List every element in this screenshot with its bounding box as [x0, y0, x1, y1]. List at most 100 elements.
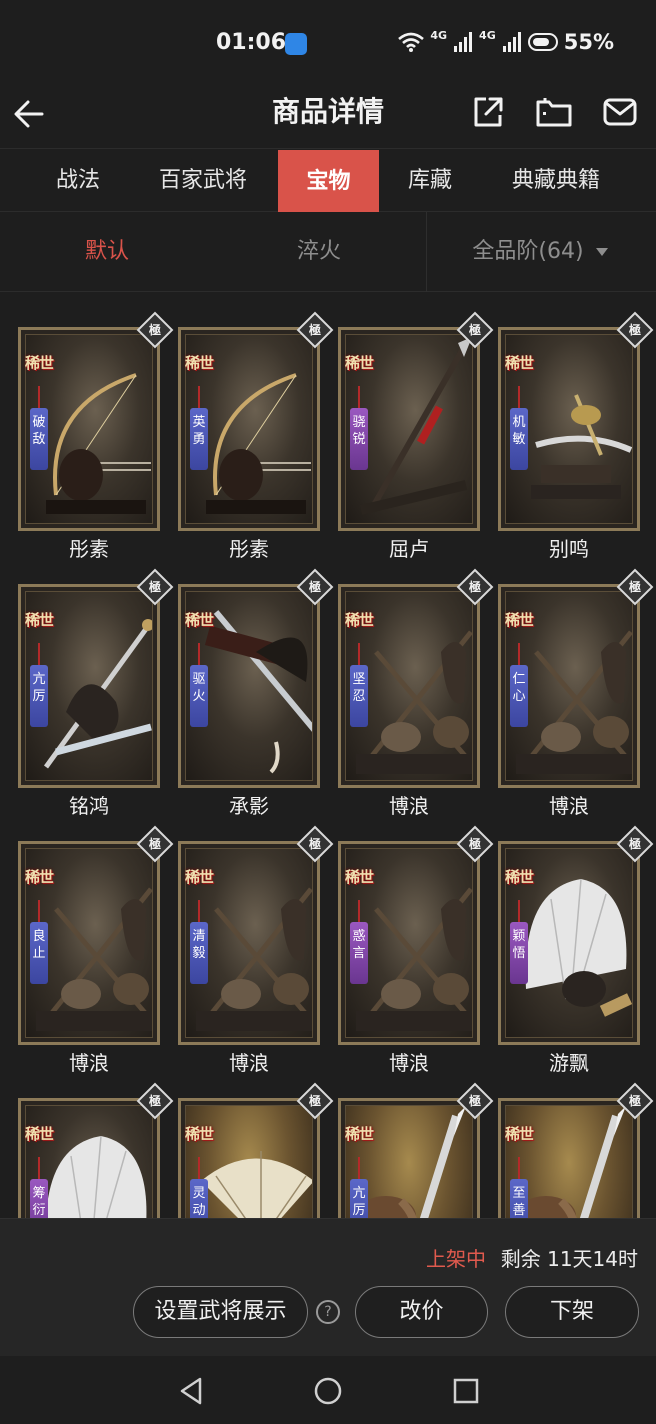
rarity-label: 稀世 [185, 611, 214, 629]
trait-tag: 良止 [30, 922, 48, 984]
card-frame: 稀世颖悟 [498, 841, 640, 1045]
grade-badge-label: 極 [468, 1094, 481, 1108]
rarity-label: 稀世 [345, 868, 374, 886]
trait-tag: 机敏 [510, 408, 528, 470]
question-icon[interactable]: ? [316, 1300, 340, 1324]
tag-cord [358, 386, 360, 408]
card-frame: 稀世灵动 [178, 1098, 320, 1218]
treasure-card[interactable]: 稀世机敏極别鸣 [498, 311, 654, 567]
treasure-card[interactable]: 稀世清毅極博浪 [178, 825, 334, 1081]
rarity-label: 稀世 [345, 1125, 374, 1143]
filter-temper[interactable]: 淬火 [252, 212, 386, 292]
grade-badge-label: 極 [308, 323, 321, 337]
share-icon[interactable] [468, 92, 508, 132]
network-type-2: 4G [479, 28, 496, 42]
treasure-card[interactable]: 稀世亢厉極 [338, 1082, 494, 1218]
grade-badge-label: 極 [468, 323, 481, 337]
treasure-name: 承影 [229, 794, 269, 818]
tab-zhanfa[interactable]: 战法 [26, 149, 130, 212]
card-frame: 稀世亢厉 [338, 1098, 480, 1218]
reprice-button[interactable]: 改价 [355, 1286, 488, 1338]
nav-back-icon[interactable] [176, 1376, 206, 1406]
rarity-label: 稀世 [185, 868, 214, 886]
grade-badge-label: 極 [468, 837, 481, 851]
treasure-name: 博浪 [69, 1051, 109, 1075]
remaining-time: 剩余 11天14时 [500, 1247, 638, 1271]
treasure-card[interactable]: 稀世骁锐極屈卢 [338, 311, 494, 567]
rarity-label: 稀世 [505, 354, 534, 372]
rarity-label: 稀世 [505, 1125, 534, 1143]
status-time: 01:06 [216, 30, 287, 55]
grade-badge-label: 極 [628, 837, 641, 851]
filter-grade-dropdown[interactable]: 全品阶(64) [440, 212, 640, 292]
rarity-label: 稀世 [25, 1125, 54, 1143]
trait-tag: 英勇 [190, 408, 208, 470]
treasure-card[interactable]: 稀世破敌極彤素 [18, 311, 174, 567]
tag-cord [518, 1157, 520, 1179]
nav-home-icon[interactable] [313, 1376, 343, 1406]
treasure-card[interactable]: 稀世惑言極博浪 [338, 825, 494, 1081]
card-frame: 稀世良止 [18, 841, 160, 1045]
set-general-display-button[interactable]: 设置武将展示 [133, 1286, 308, 1338]
mail-icon[interactable] [600, 92, 640, 132]
treasure-card[interactable]: 稀世至善極 [498, 1082, 654, 1218]
nav-recents-icon[interactable] [451, 1376, 481, 1406]
treasure-name: 别鸣 [549, 537, 589, 561]
battery-icon [527, 33, 558, 51]
battery-level: 55% [563, 30, 614, 54]
grade-badge-label: 極 [148, 323, 161, 337]
trait-tag: 坚忍 [350, 665, 368, 727]
folder-icon[interactable] [534, 92, 574, 132]
tag-cord [38, 1157, 40, 1179]
filter-divider [426, 212, 427, 292]
rarity-label: 稀世 [185, 354, 214, 372]
treasure-name: 博浪 [389, 1051, 429, 1075]
network-type-1: 4G [430, 28, 448, 42]
trait-tag: 筹衍 [30, 1179, 48, 1218]
trait-tag: 至善 [510, 1179, 528, 1218]
tag-cord [198, 1157, 200, 1179]
filter-default[interactable]: 默认 [40, 212, 174, 292]
category-tabs: 战法 百家武将 宝物 库藏 典藏典籍 [0, 148, 656, 212]
trait-tag: 破敌 [30, 408, 48, 470]
card-frame: 稀世仁心 [498, 584, 640, 788]
tag-cord [38, 643, 40, 665]
treasure-card[interactable]: 稀世良止極博浪 [18, 825, 174, 1081]
card-frame: 稀世筹衍 [18, 1098, 160, 1218]
trait-tag: 亢厉 [30, 665, 48, 727]
status-bar: 01:06 4G 4G 55% [0, 0, 656, 80]
trait-tag: 清毅 [190, 922, 208, 984]
grade-badge-label: 極 [308, 1094, 321, 1108]
delist-button[interactable]: 下架 [505, 1286, 639, 1338]
tab-kucang[interactable]: 库藏 [384, 149, 476, 212]
tag-cord [198, 643, 200, 665]
status-indicators: 4G 4G 55% [398, 28, 614, 54]
treasure-card[interactable]: 稀世筹衍極 [18, 1082, 174, 1218]
app-header: 商品详情 [0, 80, 656, 148]
tab-baowu[interactable]: 宝物 [278, 150, 379, 212]
tag-cord [358, 643, 360, 665]
tag-cord [518, 386, 520, 408]
rarity-label: 稀世 [25, 611, 54, 629]
treasure-card[interactable]: 稀世英勇極彤素 [178, 311, 334, 567]
trait-tag: 颖悟 [510, 922, 528, 984]
tag-cord [38, 386, 40, 408]
treasure-card[interactable]: 稀世亢厉極铭鸿 [18, 568, 174, 824]
card-frame: 稀世亢厉 [18, 584, 160, 788]
filter-grade-label: 全品阶(64) [472, 239, 584, 264]
treasure-card[interactable]: 稀世驱火極承影 [178, 568, 334, 824]
treasure-card[interactable]: 稀世颖悟極游飘 [498, 825, 654, 1081]
card-frame: 稀世清毅 [178, 841, 320, 1045]
card-frame: 稀世骁锐 [338, 327, 480, 531]
tab-diancang-dianji[interactable]: 典藏典籍 [494, 149, 618, 212]
bottom-panel: 上架中 剩余 11天14时 设置武将展示 ? 改价 下架 [0, 1218, 656, 1356]
caret-down-icon [595, 248, 608, 256]
rarity-label: 稀世 [185, 1125, 214, 1143]
card-frame: 稀世机敏 [498, 327, 640, 531]
treasure-card[interactable]: 稀世灵动極 [178, 1082, 334, 1218]
treasure-name: 博浪 [229, 1051, 269, 1075]
treasure-card[interactable]: 稀世坚忍極博浪 [338, 568, 494, 824]
tab-baijia-wujiang[interactable]: 百家武将 [142, 149, 264, 212]
signal-icon [502, 32, 521, 52]
treasure-card[interactable]: 稀世仁心極博浪 [498, 568, 654, 824]
